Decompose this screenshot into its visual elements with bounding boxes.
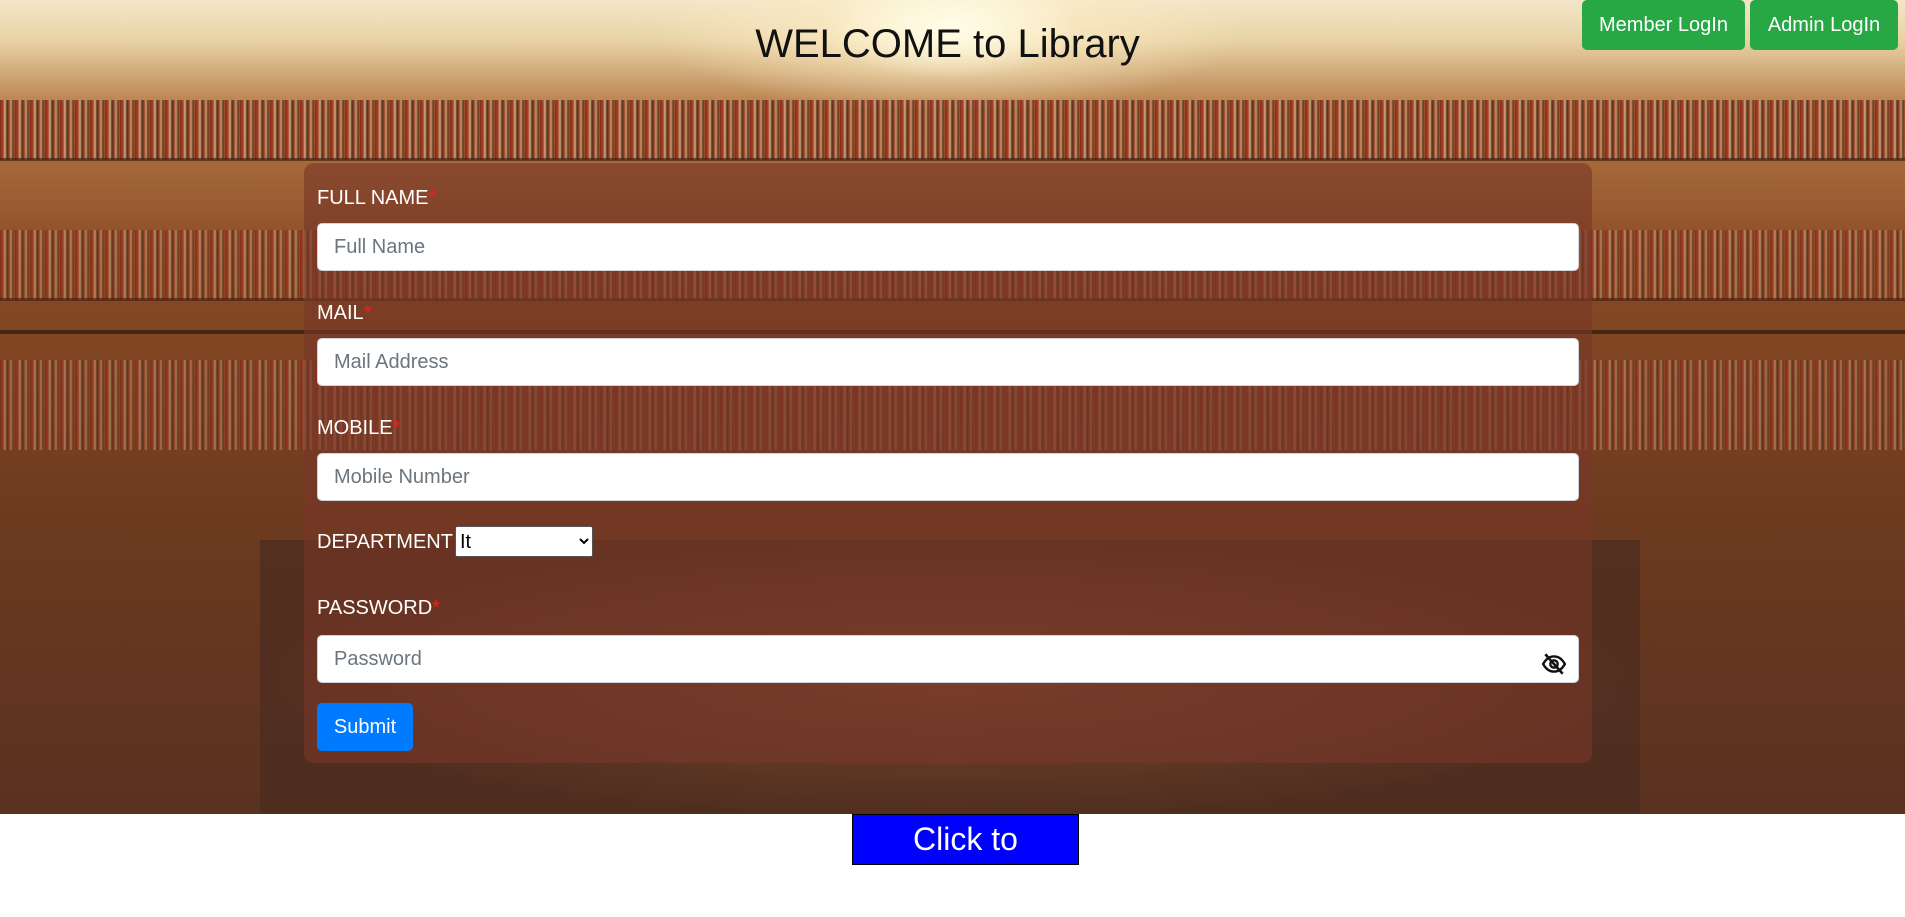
full-name-input[interactable] <box>317 223 1579 271</box>
department-label: DEPARTMENT <box>317 531 453 553</box>
required-mark: * <box>432 597 440 619</box>
submit-button[interactable]: Submit <box>317 703 413 751</box>
shelf-divider <box>0 158 1905 161</box>
mail-label-text: MAIL <box>317 302 364 324</box>
mobile-label: MOBILE* <box>317 417 400 440</box>
required-mark: * <box>363 302 372 324</box>
password-label: PASSWORD* <box>317 597 440 620</box>
password-input[interactable] <box>317 635 1579 683</box>
register-link[interactable]: Click to Register <box>852 814 1079 905</box>
full-name-label-text: FULL NAME <box>317 187 429 209</box>
full-name-label: FULL NAME* <box>317 187 436 210</box>
bookshelf-row <box>0 100 1905 160</box>
member-login-button[interactable]: Member LogIn <box>1582 0 1745 50</box>
required-mark: * <box>392 417 401 439</box>
mobile-input[interactable] <box>317 453 1579 501</box>
mail-label: MAIL* <box>317 302 371 325</box>
mobile-label-text: MOBILE <box>317 417 393 439</box>
department-select[interactable]: It <box>455 526 593 557</box>
admin-login-button[interactable]: Admin LogIn <box>1750 0 1898 50</box>
mail-input[interactable] <box>317 338 1579 386</box>
eye-slash-icon[interactable] <box>1540 651 1568 677</box>
required-mark: * <box>428 187 437 209</box>
password-label-text: PASSWORD <box>317 597 433 619</box>
registration-form: FULL NAME* MAIL* MOBILE* DEPARTMENT It P… <box>304 163 1592 763</box>
